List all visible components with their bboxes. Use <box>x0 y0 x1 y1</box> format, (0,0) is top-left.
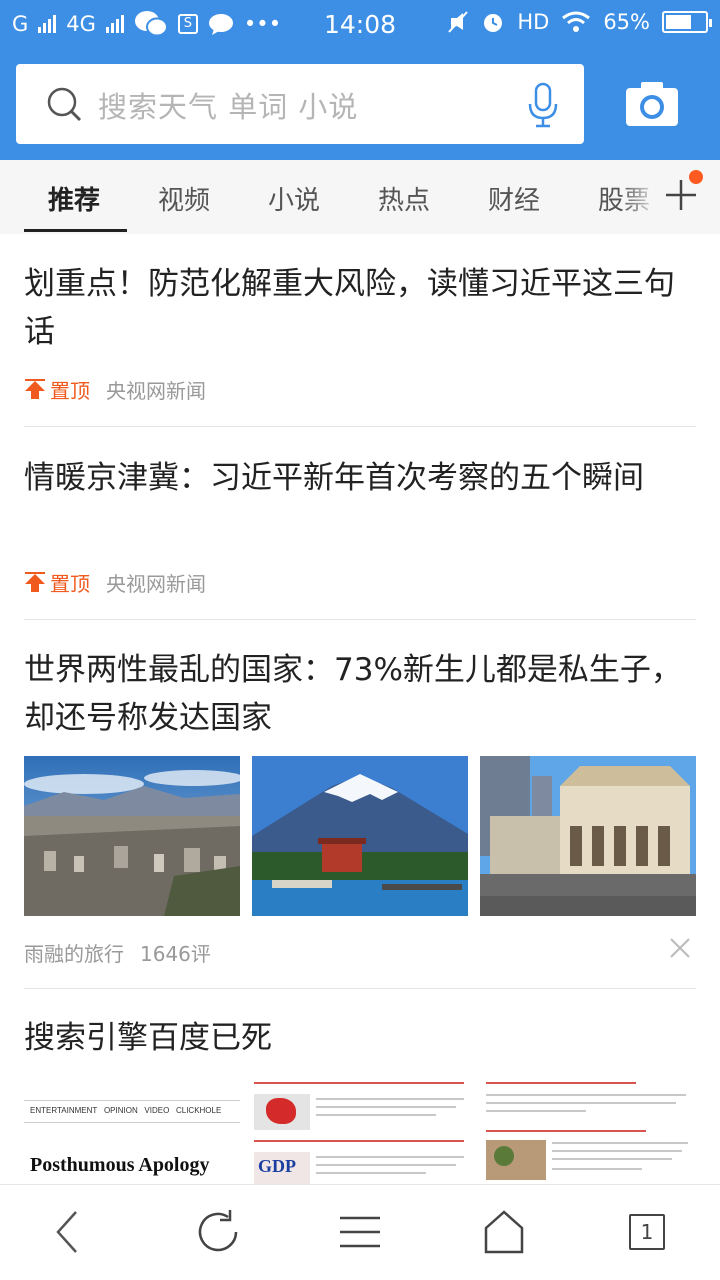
news-source: 央视网新闻 <box>106 379 206 403</box>
news-source: 雨融的旅行 <box>24 942 124 966</box>
divider <box>24 619 696 620</box>
wifi-icon <box>562 11 591 32</box>
article-headline: Posthumous Apology <box>30 1154 210 1176</box>
pinned-label: 置顶 <box>50 379 90 403</box>
news-title-4[interactable]: 搜索引擎百度已死 <box>24 1014 694 1062</box>
tab-hot[interactable]: 热点 <box>378 180 430 217</box>
dismiss-icon[interactable] <box>668 936 692 960</box>
search-placeholder: 搜索天气 单词 小说 <box>98 90 359 124</box>
camera-icon[interactable] <box>624 80 680 128</box>
news-meta-2: 置顶 央视网新闻 <box>24 568 206 597</box>
arrow-up-icon <box>25 378 45 399</box>
hd-indicator: HD <box>517 10 550 34</box>
battery-percent: 65% <box>603 10 650 34</box>
search-input[interactable]: 搜索天气 单词 小说 <box>16 64 584 144</box>
arrow-up-icon <box>25 571 45 592</box>
news-image-article-2[interactable]: GDP <box>252 1076 468 1184</box>
tab-video[interactable]: 视频 <box>158 180 210 217</box>
tab-finance[interactable]: 财经 <box>488 180 540 217</box>
divider <box>24 988 696 989</box>
news-image-building[interactable] <box>480 756 696 916</box>
microphone-icon[interactable] <box>526 82 560 128</box>
home-icon[interactable] <box>478 1206 530 1258</box>
back-icon[interactable] <box>44 1206 96 1258</box>
article-nav-4: CLICKHOLE <box>175 1106 222 1115</box>
article-nav-3: VIDEO <box>144 1106 170 1115</box>
tab-recommend[interactable]: 推荐 <box>48 180 100 217</box>
news-source: 央视网新闻 <box>106 572 206 596</box>
news-title-2[interactable]: 情暖京津冀：习近平新年首次考察的五个瞬间 <box>24 454 694 502</box>
news-meta-3: 雨融的旅行 1646评 <box>24 938 211 967</box>
status-bar: G 4G S ••• 14:08 HD 65% <box>0 0 720 52</box>
battery-icon <box>662 11 712 33</box>
pinned-tag: 置顶 <box>24 568 90 597</box>
divider <box>24 426 696 427</box>
new-badge-dot <box>689 170 703 184</box>
menu-icon[interactable] <box>334 1206 386 1258</box>
header: G 4G S ••• 14:08 HD 65% 搜索天气 单词 小说 <box>0 0 720 160</box>
tab-count-button[interactable]: 1 <box>629 1214 665 1250</box>
mute-icon <box>448 11 469 33</box>
channel-tabs: 推荐 视频 小说 热点 财经 股票 <box>0 160 720 234</box>
gdp-logo: GDP <box>258 1156 296 1176</box>
news-image-article-1[interactable]: ENTERTAINMENT OPINION VIDEO CLICKHOLE Po… <box>24 1076 240 1184</box>
tab-novel[interactable]: 小说 <box>268 180 320 217</box>
article-nav-1: ENTERTAINMENT <box>30 1106 98 1115</box>
alarm-icon <box>484 14 503 32</box>
news-image-city[interactable] <box>24 756 240 916</box>
article-nav-2: OPINION <box>103 1106 138 1115</box>
comment-count: 1646评 <box>140 942 211 966</box>
news-title-1[interactable]: 划重点！防范化解重大风险，读懂习近平这三句话 <box>24 260 694 356</box>
news-image-mountain[interactable] <box>252 756 468 916</box>
search-icon <box>47 87 82 122</box>
refresh-icon[interactable] <box>192 1206 244 1258</box>
pinned-label: 置顶 <box>50 572 90 596</box>
active-tab-indicator <box>24 229 127 232</box>
news-meta-1: 置顶 央视网新闻 <box>24 375 206 404</box>
pinned-tag: 置顶 <box>24 375 90 404</box>
browser-home: G 4G S ••• 14:08 HD 65% 搜索天气 单词 小说 推荐 视频… <box>0 0 720 1280</box>
news-title-3[interactable]: 世界两性最乱的国家：73%新生儿都是私生子，却还号称发达国家 <box>24 646 694 742</box>
news-image-article-3[interactable] <box>480 1076 696 1184</box>
